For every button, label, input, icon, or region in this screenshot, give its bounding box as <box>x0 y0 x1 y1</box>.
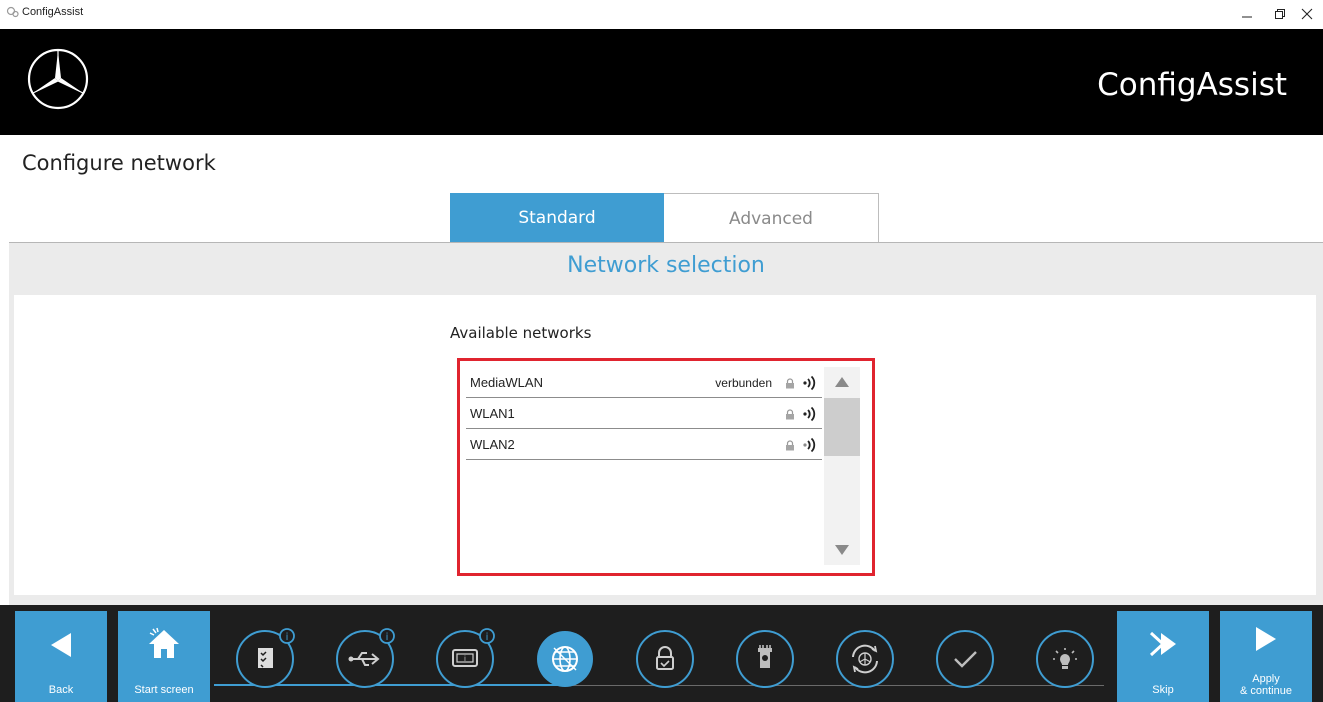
apply-label: Apply <box>1252 673 1280 685</box>
network-section: Network selection Available networks Med… <box>9 243 1323 605</box>
lock-icon <box>786 440 794 451</box>
content-panel: Available networks MediaWLAN verbunden W… <box>14 295 1316 595</box>
close-button[interactable] <box>1290 2 1323 26</box>
lock-icon <box>636 630 694 688</box>
scroll-down-button[interactable] <box>824 535 860 565</box>
lightbulb-icon <box>1036 630 1094 688</box>
app-header: ConfigAssist <box>0 29 1323 135</box>
page-title: Configure network <box>22 151 216 175</box>
scroll-thumb[interactable] <box>824 398 860 456</box>
skip-icon <box>1149 631 1176 657</box>
svg-text:i: i <box>286 632 289 643</box>
network-name: WLAN2 <box>470 437 515 452</box>
signal-icon <box>803 437 816 453</box>
usb-icon: i <box>336 628 395 688</box>
step-display[interactable]: i i <box>436 628 495 688</box>
start-screen-label: Start screen <box>134 684 194 696</box>
svg-text:i: i <box>464 655 466 663</box>
sync-icon <box>836 630 894 688</box>
skip-label: Skip <box>1152 684 1174 696</box>
arrow-right-icon <box>1256 627 1276 651</box>
minimize-icon <box>1242 16 1252 18</box>
network-name: MediaWLAN <box>470 375 543 390</box>
app-icon <box>6 6 19 18</box>
window-titlebar: ConfigAssist <box>0 0 1323 29</box>
minimize-button[interactable] <box>1230 2 1264 26</box>
network-list-box: MediaWLAN verbunden WLAN1 WLAN2 <box>457 358 875 576</box>
step-usb[interactable]: i <box>336 628 395 688</box>
section-title: Network selection <box>567 253 765 278</box>
svg-text:i: i <box>486 632 489 643</box>
restore-icon <box>1275 9 1285 19</box>
tower-icon <box>736 630 794 688</box>
network-row-wlan1[interactable]: WLAN1 <box>466 398 822 429</box>
skip-button[interactable]: Skip <box>1117 611 1209 702</box>
step-network[interactable] <box>536 628 594 687</box>
home-icon <box>149 627 179 658</box>
step-tips[interactable] <box>1036 628 1094 688</box>
scroll-up-button[interactable] <box>824 367 860 397</box>
network-row-wlan2[interactable]: WLAN2 <box>466 429 822 460</box>
signal-icon <box>803 406 816 422</box>
close-icon <box>1301 8 1313 20</box>
network-name: WLAN1 <box>470 406 515 421</box>
globe-icon <box>537 631 593 687</box>
lock-icon <box>786 409 794 420</box>
tab-standard[interactable]: Standard <box>450 193 664 243</box>
checklist-icon: i <box>236 628 295 688</box>
step-sync[interactable] <box>836 628 894 688</box>
network-status: verbunden <box>715 376 772 390</box>
step-security[interactable] <box>636 628 694 688</box>
back-label: Back <box>48 684 74 696</box>
back-button[interactable]: Back <box>15 611 107 702</box>
network-list: MediaWLAN verbunden WLAN1 WLAN2 <box>466 367 822 460</box>
step-tower[interactable] <box>736 628 794 688</box>
brand-title: ConfigAssist <box>1097 67 1287 103</box>
arrow-left-icon <box>51 633 71 657</box>
svg-text:i: i <box>386 632 389 643</box>
window-title: ConfigAssist <box>22 6 84 18</box>
step-check[interactable] <box>936 628 994 688</box>
tab-advanced[interactable]: Advanced <box>664 193 879 243</box>
network-list-scrollbar[interactable] <box>824 367 860 565</box>
apply-continue-button[interactable]: Apply & continue <box>1220 611 1312 702</box>
network-row-mediawlan[interactable]: MediaWLAN verbunden <box>466 367 822 398</box>
mercedes-star-logo <box>27 48 89 110</box>
footer-navigation: Back Start screen i i i i Skip Apply & c… <box>0 605 1323 702</box>
triangle-up-icon <box>835 377 849 387</box>
start-screen-button[interactable]: Start screen <box>118 611 210 702</box>
signal-icon <box>803 375 816 391</box>
check-icon <box>936 630 994 688</box>
triangle-down-icon <box>835 545 849 555</box>
step-checklist[interactable]: i <box>236 628 295 688</box>
continue-label: & continue <box>1240 685 1292 697</box>
available-networks-label: Available networks <box>450 324 592 342</box>
lock-icon <box>786 378 794 389</box>
tab-bar: Standard Advanced <box>450 193 879 243</box>
display-info-icon: i i <box>436 628 495 688</box>
